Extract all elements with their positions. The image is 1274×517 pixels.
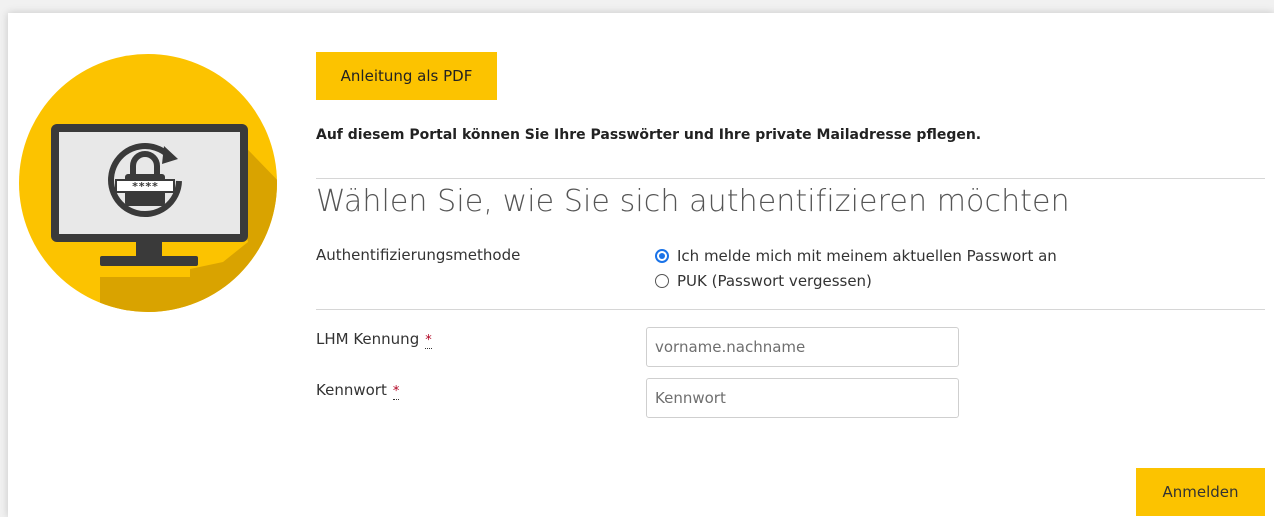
required-marker: *	[392, 384, 400, 400]
kennwort-label: Kennwort *	[316, 381, 400, 400]
kennwort-input[interactable]	[646, 378, 959, 418]
field-label-text: Kennwort	[316, 381, 387, 399]
password-portal-logo-icon: ****	[19, 54, 277, 312]
radio-current-password[interactable]: Ich melde mich mit meinem aktuellen Pass…	[655, 247, 1057, 265]
login-button[interactable]: Anmelden	[1136, 468, 1265, 516]
pdf-guide-button[interactable]: Anleitung als PDF	[316, 52, 497, 100]
radio-button[interactable]	[655, 274, 669, 288]
radio-label: PUK (Passwort vergessen)	[677, 272, 872, 290]
masked-password-text: ****	[132, 180, 159, 193]
divider	[316, 309, 1265, 310]
field-label-text: LHM Kennung	[316, 330, 420, 348]
auth-method-label: Authentifizierungsmethode	[316, 246, 521, 264]
radio-button-selected[interactable]	[655, 249, 669, 263]
required-marker: *	[425, 333, 432, 349]
lhm-kennung-input[interactable]	[646, 327, 959, 367]
radio-puk[interactable]: PUK (Passwort vergessen)	[655, 272, 872, 290]
intro-text: Auf diesem Portal können Sie Ihre Passwö…	[316, 127, 982, 143]
page-title: Wählen Sie, wie Sie sich authentifiziere…	[316, 184, 1070, 219]
lhm-kennung-label: LHM Kennung *	[316, 330, 432, 349]
divider	[316, 178, 1265, 179]
radio-label: Ich melde mich mit meinem aktuellen Pass…	[677, 247, 1057, 265]
